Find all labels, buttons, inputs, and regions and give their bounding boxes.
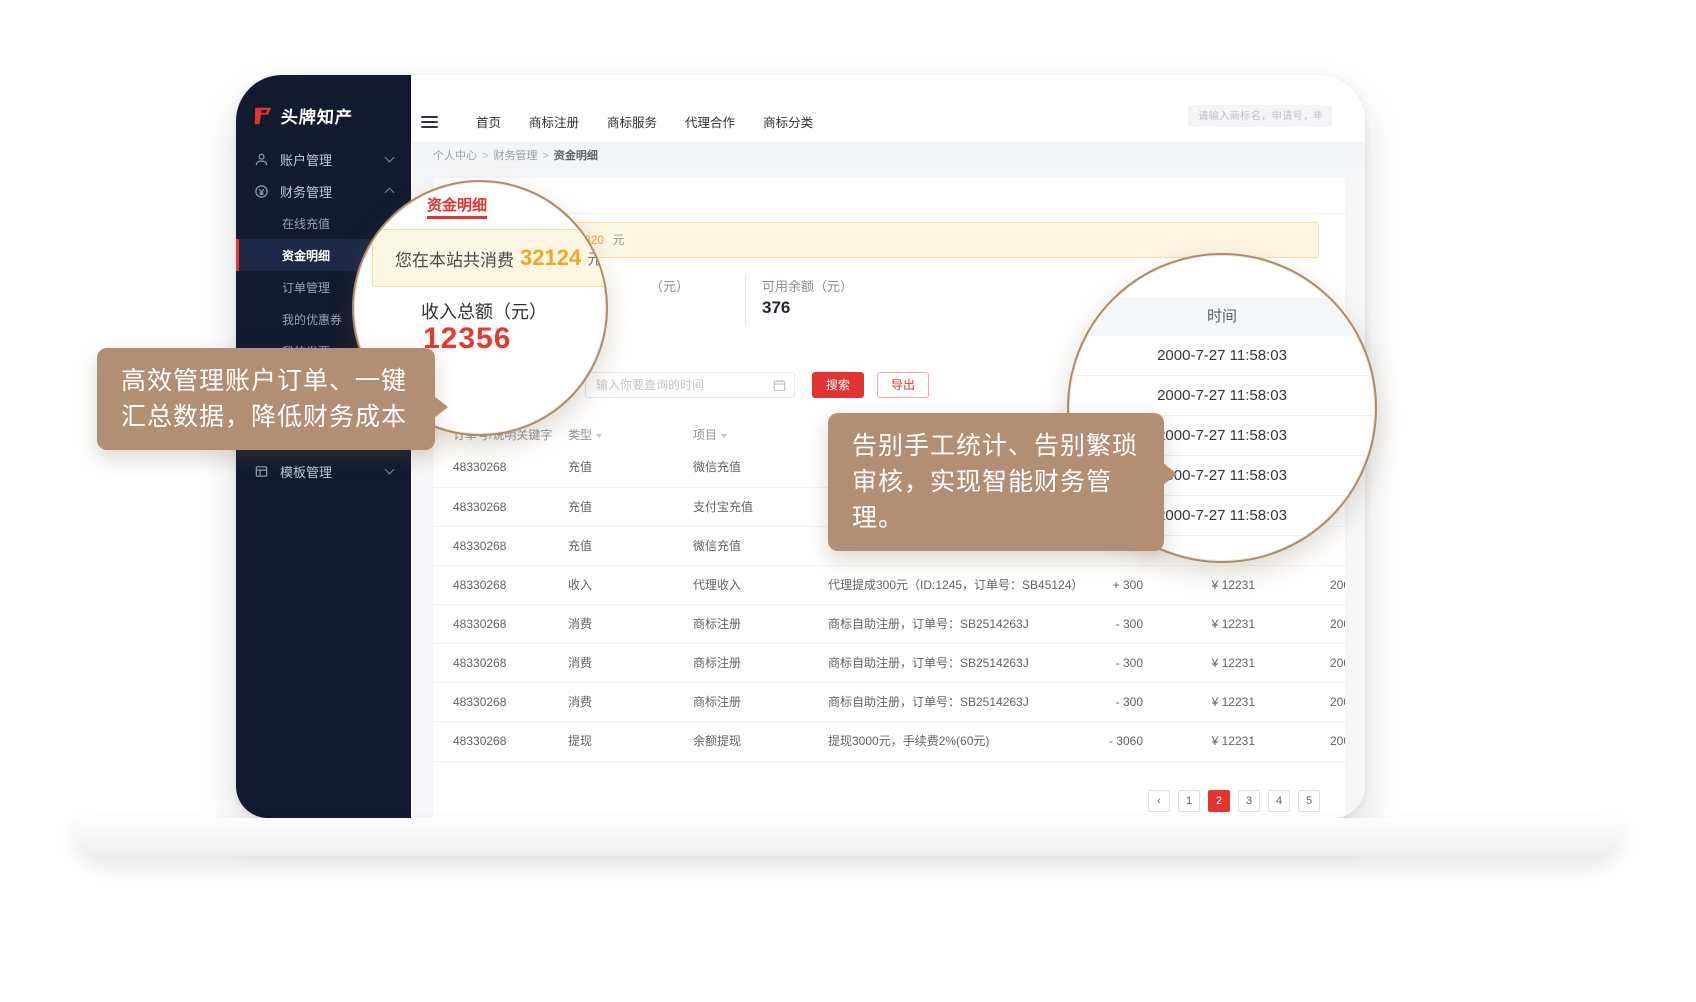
nav-tab-classification[interactable]: 商标分类 [763,112,813,131]
caret-down-icon [596,434,602,438]
table-row: 48330268 收入 代理收入 代理提成300元（ID:1245，订单号：SB… [433,565,1345,604]
finance-icon [254,184,269,199]
callout-arrow-right-icon [1163,463,1177,485]
table-bottom-divider [433,761,1345,762]
notice-tail-unit: 元 [612,233,624,247]
col-header-type[interactable]: 类型 [568,426,602,443]
table-row: 48330268 消费 商标注册 商标自助注册，订单号：SB2514263J -… [433,604,1345,643]
date-placeholder: 输入你要查询的时间 [596,373,704,397]
search-input[interactable] [1188,105,1332,127]
user-icon [254,152,269,167]
brand-logo-icon [252,105,274,127]
stat-divider [745,274,746,326]
prev-page-button[interactable]: ‹ [1148,790,1170,812]
notice-amount: 32124 [520,245,581,271]
income-total-value: 12356 [423,322,511,356]
time-cell: 2000-7-27 11:58:03 [1069,376,1375,416]
page-button-3[interactable]: 3 [1238,790,1260,812]
sidebar-item-label: 账户管理 [280,150,332,169]
caret-down-icon [721,434,727,438]
laptop-base [75,818,1621,856]
nav-tab-trademark-register[interactable]: 商标注册 [529,112,579,131]
time-column-header: 时间 [1069,298,1375,336]
top-nav: 首页 商标注册 商标服务 代理合作 商标分类 [411,75,1365,143]
breadcrumb: 个人中心>财务管理>资金明细 [411,143,1365,169]
notice-prefix: 您在本站共消费 [395,246,514,271]
income-total-label: 收入总额（元） [421,298,547,324]
nav-tab-trademark-service[interactable]: 商标服务 [607,112,657,131]
chevron-down-icon [385,465,395,475]
spend-unit-label: （元） [650,276,689,295]
table-row: 48330268 消费 商标注册 商标自助注册，订单号：SB2514263J -… [433,643,1345,682]
export-button[interactable]: 导出 [877,372,929,398]
nav-tab-home[interactable]: 首页 [476,112,501,131]
sidebar-item-label: 模板管理 [280,462,332,481]
lens-tab-title: 资金明细 [427,194,487,215]
table-row: 48330268 提现 余额提现 提现3000元，手续费2%(60元) - 30… [433,721,1345,760]
sidebar-item-templates[interactable]: 模板管理 [236,455,411,487]
table-row: 48330268 消费 商标注册 商标自助注册，订单号：SB2514263J -… [433,682,1345,721]
lens-consumption-notice: 您在本站共消费 32124 元 [372,229,608,287]
date-range-input[interactable]: 输入你要查询的时间 [585,372,795,398]
chevron-up-icon [385,188,395,198]
chevron-down-icon [385,153,395,163]
callout-left-text: 高效管理账户订单、一键汇总数据，降低财务成本 [121,367,407,431]
sidebar-item-account[interactable]: 账户管理 [236,143,411,175]
balance-label: 可用余额（元） [762,276,853,295]
calendar-icon [773,379,786,392]
card-tab-bar: 资金明细 [433,178,1345,214]
page-button-2-active[interactable]: 2 [1208,790,1230,812]
breadcrumb-item[interactable]: 个人中心 [433,150,477,162]
col-header-project[interactable]: 项目 [693,426,727,443]
page-button-1[interactable]: 1 [1178,790,1200,812]
balance-value: 376 [762,298,790,318]
lens-tab-underline [427,216,487,219]
callout-left: 高效管理账户订单、一键汇总数据，降低财务成本 [97,348,435,450]
sidebar-item-label: 财务管理 [280,182,332,201]
nav-tab-agent[interactable]: 代理合作 [685,112,735,131]
callout-arrow-right-icon [434,396,448,418]
page-button-4[interactable]: 4 [1268,790,1290,812]
notice-unit: 元 [587,248,602,269]
callout-right: 告别手工统计、告别繁琐审核，实现智能财务管理。 [828,413,1164,551]
breadcrumb-current: 资金明细 [554,150,598,162]
page-button-5[interactable]: 5 [1298,790,1320,812]
callout-right-text: 告别手工统计、告别繁琐审核，实现智能财务管理。 [852,432,1138,532]
brand-logo[interactable]: 头牌知产 [252,103,353,128]
sidebar-item-finance[interactable]: 财务管理 [236,175,411,207]
time-cell: 2000-7-27 11:58:03 [1069,336,1375,376]
menu-icon[interactable] [421,116,438,128]
pagination: ‹ 1 2 3 4 5 [1148,790,1320,812]
laptop-mockup: 头牌知产 账户管理 财务管理 在线充值 资金明细 [0,0,1696,1002]
template-icon [254,464,269,479]
search-button[interactable]: 搜索 [812,372,864,398]
breadcrumb-item[interactable]: 财务管理 [493,150,537,162]
brand-name: 头牌知产 [280,103,354,128]
